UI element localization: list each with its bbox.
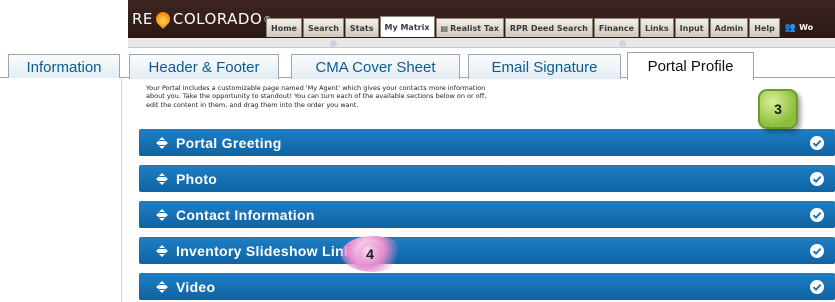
nav-tab-label: Home bbox=[271, 23, 297, 33]
nav-user-menu[interactable]: 👥 Wo bbox=[781, 18, 817, 37]
check-icon bbox=[812, 247, 822, 255]
check-icon bbox=[812, 175, 822, 183]
logo-text-left: RE bbox=[132, 10, 153, 28]
section-title: Contact Information bbox=[176, 206, 315, 223]
settings-tabs: Information Header & Footer CMA Cover Sh… bbox=[0, 51, 835, 80]
tab-header-footer[interactable]: Header & Footer bbox=[129, 54, 279, 79]
tab-information[interactable]: Information bbox=[8, 54, 120, 79]
drag-handle-icon[interactable] bbox=[155, 208, 169, 222]
section-title: Video bbox=[176, 278, 216, 295]
tab-label: Email Signature bbox=[491, 58, 598, 76]
step-3-callout: 3 bbox=[758, 89, 798, 129]
intro-line: edit the content in them, and drag them … bbox=[146, 100, 359, 109]
section-title: Portal Greeting bbox=[176, 134, 282, 151]
section-contact-information[interactable]: Contact Information bbox=[139, 201, 835, 228]
nav-tab-label: Input bbox=[679, 23, 704, 33]
nav-tab-label: My Matrix bbox=[384, 22, 430, 32]
nav-tab-stats[interactable]: Stats bbox=[344, 18, 379, 37]
tab-label: Header & Footer bbox=[148, 58, 260, 76]
portal-intro-text: Your Portal includes a customizable page… bbox=[146, 84, 636, 109]
check-icon bbox=[812, 211, 822, 219]
section-photo[interactable]: Photo bbox=[139, 165, 835, 192]
recolorado-logo[interactable]: RE COLORADO ® bbox=[132, 9, 272, 29]
nav-tab-input[interactable]: Input bbox=[674, 18, 709, 37]
tab-label: Information bbox=[26, 58, 102, 76]
callout-number: 3 bbox=[774, 101, 782, 117]
nav-user-label: Wo bbox=[799, 23, 814, 32]
intro-line: Your Portal includes a customizable page… bbox=[146, 84, 486, 92]
section-title: Photo bbox=[176, 170, 218, 187]
nav-tab-label: Links bbox=[645, 23, 669, 33]
intro-line: about you. Take the opportunity to stand… bbox=[146, 92, 487, 101]
section-enabled-toggle[interactable] bbox=[810, 244, 824, 258]
nav-tab-links[interactable]: Links bbox=[640, 18, 674, 37]
nav-tab-label: Help bbox=[754, 23, 775, 33]
section-portal-greeting[interactable]: Portal Greeting bbox=[139, 129, 835, 156]
nav-tab-label: Realist Tax bbox=[450, 23, 499, 33]
step-4-callout: 4 bbox=[341, 236, 405, 272]
nav-tab-finance[interactable]: Finance bbox=[593, 18, 640, 37]
nav-tab-rpr-deed-search[interactable]: RPR Deed Search bbox=[504, 18, 593, 37]
check-icon bbox=[812, 283, 822, 291]
sub-nav-strip bbox=[128, 38, 835, 48]
nav-tab-realist-tax[interactable]: ▤ Realist Tax bbox=[435, 18, 504, 37]
drag-handle-icon[interactable] bbox=[155, 280, 169, 294]
section-title: Inventory Slideshow Links bbox=[176, 242, 361, 259]
section-inventory-slideshow-links[interactable]: Inventory Slideshow Links bbox=[139, 237, 835, 264]
section-enabled-toggle[interactable] bbox=[810, 208, 824, 222]
indicator-dot bbox=[619, 40, 626, 47]
nav-tab-label: RPR Deed Search bbox=[509, 23, 588, 33]
drag-handle-icon[interactable] bbox=[155, 136, 169, 150]
callout-number: 4 bbox=[358, 242, 382, 266]
portal-sections: Portal Greeting Photo Contact Informatio… bbox=[139, 129, 835, 302]
nav-tab-label: Admin bbox=[714, 23, 744, 33]
nav-tab-label: Search bbox=[307, 23, 339, 33]
tab-email-signature[interactable]: Email Signature bbox=[468, 54, 621, 79]
section-enabled-toggle[interactable] bbox=[810, 136, 824, 150]
nav-tab-home[interactable]: Home bbox=[266, 18, 302, 37]
nav-tab-label: Finance bbox=[598, 23, 635, 33]
tab-label: CMA Cover Sheet bbox=[315, 58, 436, 76]
section-enabled-toggle[interactable] bbox=[810, 172, 824, 186]
document-icon: ▤ bbox=[440, 23, 449, 33]
check-icon bbox=[812, 139, 822, 147]
tab-cma-cover-sheet[interactable]: CMA Cover Sheet bbox=[291, 54, 460, 79]
left-column bbox=[0, 78, 122, 302]
flame-icon bbox=[153, 9, 173, 29]
drag-handle-icon[interactable] bbox=[155, 244, 169, 258]
users-icon: 👥 bbox=[784, 22, 797, 33]
section-video[interactable]: Video bbox=[139, 273, 835, 300]
nav-tab-help[interactable]: Help bbox=[749, 18, 780, 37]
main-nav: Home Search Stats My Matrix ▤ Realist Tax… bbox=[266, 16, 817, 37]
nav-tab-search[interactable]: Search bbox=[302, 18, 344, 37]
nav-tab-my-matrix[interactable]: My Matrix bbox=[379, 16, 435, 37]
tab-label: Portal Profile bbox=[647, 58, 734, 75]
indicator-dot bbox=[330, 40, 337, 47]
section-enabled-toggle[interactable] bbox=[810, 280, 824, 294]
top-bar: RE COLORADO ® Home Search Stats My Matri… bbox=[128, 0, 835, 38]
tab-portal-profile[interactable]: Portal Profile bbox=[627, 52, 754, 80]
nav-tab-admin[interactable]: Admin bbox=[709, 18, 749, 37]
nav-tab-label: Stats bbox=[349, 23, 374, 33]
logo-text-right: COLORADO bbox=[172, 10, 263, 28]
drag-handle-icon[interactable] bbox=[155, 172, 169, 186]
